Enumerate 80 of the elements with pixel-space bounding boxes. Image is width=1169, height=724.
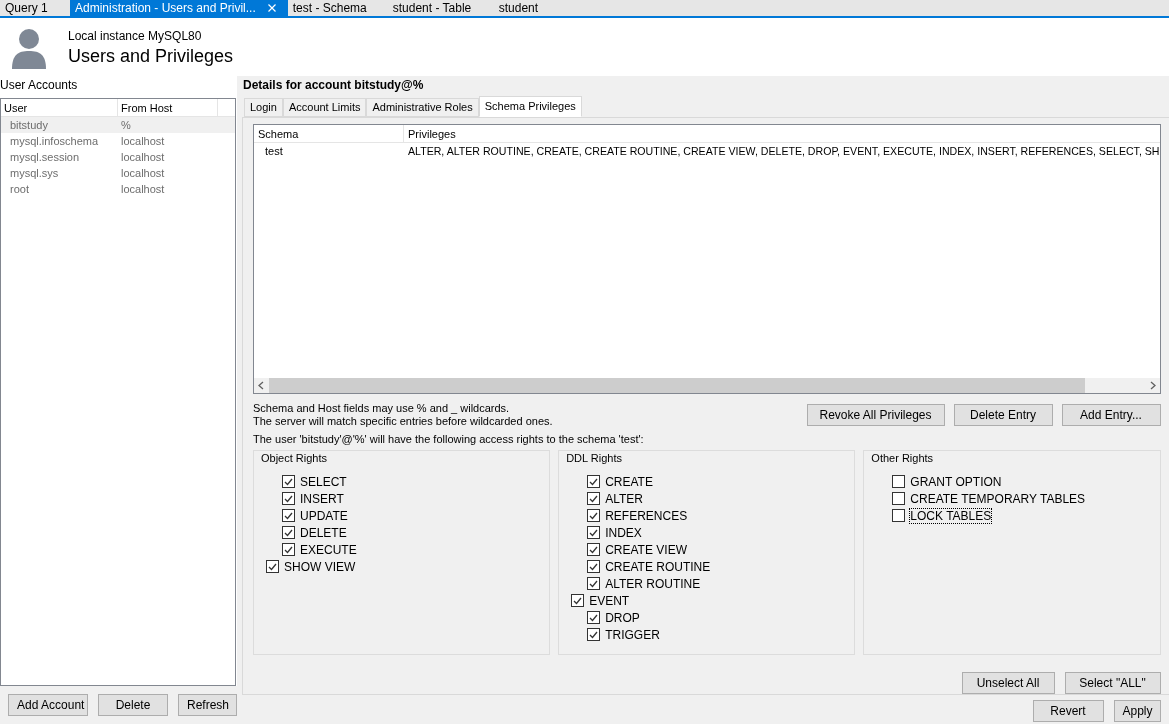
add-entry-button[interactable]: Add Entry...	[1061, 404, 1161, 426]
checkbox-label[interactable]: EVENT	[589, 593, 630, 608]
document-tab[interactable]: student - Table	[387, 0, 494, 16]
unselect-all-button[interactable]: Unselect All	[961, 672, 1055, 694]
instance-name: Local instance MySQL80	[68, 28, 203, 45]
column-header[interactable]: User	[1, 99, 118, 116]
refresh-button[interactable]: Refresh	[178, 694, 237, 716]
table-cell-text: test	[264, 144, 284, 159]
panel-label: User Accounts	[0, 77, 79, 94]
checkbox[interactable]	[587, 628, 601, 641]
account-row[interactable]: bitstudy %	[1, 117, 235, 133]
tab[interactable]: Schema Privileges	[478, 96, 582, 117]
checkbox-label[interactable]: INDEX	[605, 525, 642, 540]
checkbox[interactable]	[587, 577, 601, 590]
account-row[interactable]: mysql.session localhost	[1, 149, 235, 165]
checkbox[interactable]	[892, 492, 906, 505]
checkbox-label[interactable]: CREATE VIEW	[605, 542, 687, 557]
column-header[interactable]: From Host	[118, 99, 218, 116]
group-title: DDL Rights	[565, 451, 623, 465]
select-all-button[interactable]: Select "ALL"	[1064, 672, 1161, 694]
document-tab[interactable]: student	[493, 0, 574, 16]
checkbox[interactable]	[587, 492, 601, 505]
revert-button[interactable]: Revert	[1032, 699, 1104, 722]
checkbox[interactable]	[282, 492, 295, 505]
rights-caption: The user 'bitstudy'@'%' will have the following access rights to the schema 'test':	[253, 432, 645, 446]
checkbox-label[interactable]: UPDATE	[300, 508, 348, 523]
help-text: The server will match specific entries before wildcarded ones.	[253, 415, 554, 428]
column-header[interactable]: Privileges	[404, 125, 1160, 142]
checkbox[interactable]	[282, 543, 295, 556]
checkbox-label[interactable]: CREATE TEMPORARY TABLES	[910, 491, 1086, 506]
checkbox[interactable]	[587, 475, 601, 488]
checkbox-label[interactable]: DROP	[605, 610, 640, 625]
checkbox-label[interactable]: CREATE	[605, 474, 653, 489]
add-account-button[interactable]: Add Account	[8, 694, 88, 716]
checkbox-label[interactable]: INSERT	[300, 491, 344, 506]
checkbox[interactable]	[266, 560, 279, 573]
checkbox-label[interactable]: LOCK TABLES	[910, 508, 992, 523]
close-icon[interactable]	[267, 4, 276, 12]
tab[interactable]: Administrative Roles	[366, 98, 479, 117]
checkbox[interactable]	[282, 475, 295, 488]
horizontal-scrollbar[interactable]	[254, 378, 1160, 393]
checkbox[interactable]	[571, 594, 585, 607]
delete-entry-button[interactable]: Delete Entry	[953, 404, 1053, 426]
document-tab[interactable]: Administration - Users and Privil...	[70, 0, 288, 16]
checkbox[interactable]	[892, 475, 906, 488]
checkbox[interactable]	[587, 560, 601, 573]
group-title: Other Rights	[870, 451, 935, 465]
checkbox[interactable]	[282, 509, 295, 522]
checkbox-label[interactable]: REFERENCES	[605, 508, 688, 523]
revoke-all-button[interactable]: Revoke All Privileges	[806, 404, 945, 426]
tab[interactable]: Account Limits	[282, 98, 367, 117]
checkbox-label[interactable]: EXECUTE	[300, 542, 357, 557]
checkbox[interactable]	[587, 509, 601, 522]
document-tab[interactable]: Query 1	[0, 0, 70, 16]
checkbox-label[interactable]: SHOW VIEW	[284, 559, 356, 574]
table-cell-text: ALTER, ALTER ROUTINE, CREATE, CREATE ROUTINE, CREATE VIEW, DELETE, DROP, EVENT, EXECUTE, INDEX, INSERT, REFERENCES, SELECT, SH	[407, 144, 1160, 159]
checkbox-label[interactable]: GRANT OPTION	[910, 474, 1002, 489]
checkbox-label[interactable]: CREATE ROUTINE	[605, 559, 711, 574]
checkbox[interactable]	[587, 611, 601, 624]
checkbox-label[interactable]: ALTER ROUTINE	[605, 576, 701, 591]
checkbox[interactable]	[587, 543, 601, 556]
checkbox-label[interactable]: DELETE	[300, 525, 347, 540]
account-row[interactable]: mysql.infoschema localhost	[1, 133, 235, 149]
checkbox[interactable]	[892, 509, 906, 522]
delete-button[interactable]: Delete	[98, 694, 168, 716]
checkbox-label[interactable]: TRIGGER	[605, 627, 660, 642]
account-row[interactable]: root localhost	[1, 181, 235, 197]
page-title: Users and Privileges	[68, 45, 234, 67]
checkbox[interactable]	[587, 526, 601, 539]
group-title: Object Rights	[260, 451, 329, 465]
apply-button[interactable]: Apply	[1113, 699, 1161, 722]
document-tab[interactable]: test - Schema	[287, 0, 388, 16]
checkbox-label[interactable]: ALTER	[605, 491, 643, 506]
help-text: Schema and Host fields may use % and _ wildcards.	[253, 402, 511, 415]
column-header[interactable]: Schema	[254, 125, 404, 142]
account-row[interactable]: mysql.sys localhost	[1, 165, 235, 181]
checkbox-label[interactable]: SELECT	[300, 474, 347, 489]
tab[interactable]: Login	[244, 98, 283, 117]
checkbox[interactable]	[282, 526, 295, 539]
details-title: Details for account bitstudy@%	[242, 77, 425, 94]
